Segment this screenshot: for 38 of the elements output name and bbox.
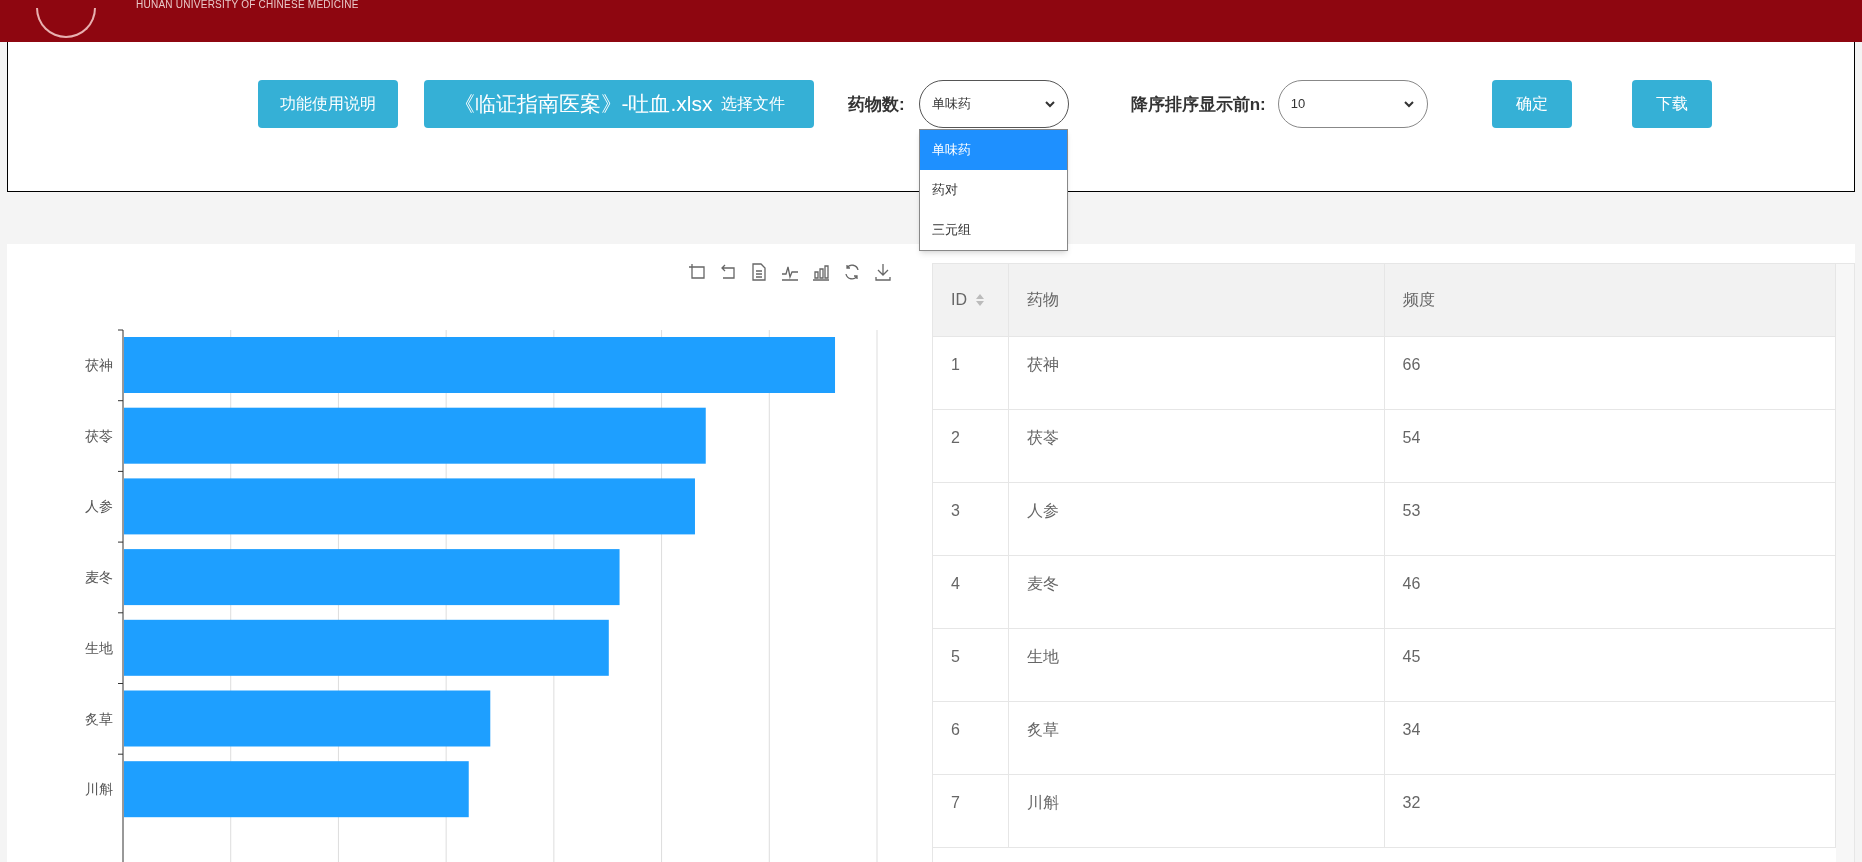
category-label: 茯苓 — [85, 427, 113, 444]
herb-count-label: 药物数: — [848, 94, 905, 116]
chevron-icon — [1402, 98, 1415, 110]
column-header[interactable]: ID — [933, 264, 1009, 336]
table-cell: 茯苓 — [1008, 410, 1385, 482]
table-cell: 2 — [933, 410, 1009, 482]
table-cell: 5 — [933, 629, 1009, 701]
document-icon[interactable] — [749, 262, 769, 282]
bar-chart-icon[interactable] — [811, 262, 831, 282]
table-cell: 麦冬 — [1008, 556, 1385, 628]
dropdown-option[interactable]: 单味药 — [919, 130, 1067, 170]
column-header[interactable]: 药物 — [1008, 264, 1385, 336]
dropdown-option[interactable]: 药对 — [919, 170, 1067, 210]
category-label: 茯神 — [85, 357, 113, 373]
table-cell: 6 — [933, 702, 1009, 774]
scrollbar-track[interactable] — [1836, 263, 1855, 862]
zoom-area-icon[interactable] — [687, 262, 707, 282]
table-cell: 人参 — [1008, 483, 1385, 555]
table-cell: 7 — [933, 775, 1009, 847]
university-name: HUNAN UNIVERSITY OF CHINESE MEDICINE — [136, 0, 359, 12]
category-label: 生地 — [85, 639, 113, 656]
sort-icon — [975, 293, 985, 307]
dropdown-option[interactable]: 三元组 — [919, 210, 1067, 250]
table-cell: 川斛 — [1008, 775, 1385, 847]
chevron-icon — [1043, 98, 1056, 110]
top-n-label: 降序排序显示前n: — [1130, 94, 1266, 116]
table-cell: 1 — [933, 337, 1009, 409]
category-label: 人参 — [85, 498, 113, 515]
table-cell: 3 — [933, 483, 1009, 555]
download-icon[interactable] — [873, 262, 893, 282]
table-cell: 4 — [933, 556, 1009, 628]
category-label: 川斛 — [85, 781, 113, 798]
table-cell: 生地 — [1008, 629, 1385, 701]
logo-icon — [36, 8, 96, 38]
table-cell: 茯神 — [1008, 337, 1385, 409]
table-cell: 炙草 — [1008, 702, 1385, 774]
category-label: 麦冬 — [85, 569, 113, 586]
category-label: 炙草 — [85, 710, 113, 727]
